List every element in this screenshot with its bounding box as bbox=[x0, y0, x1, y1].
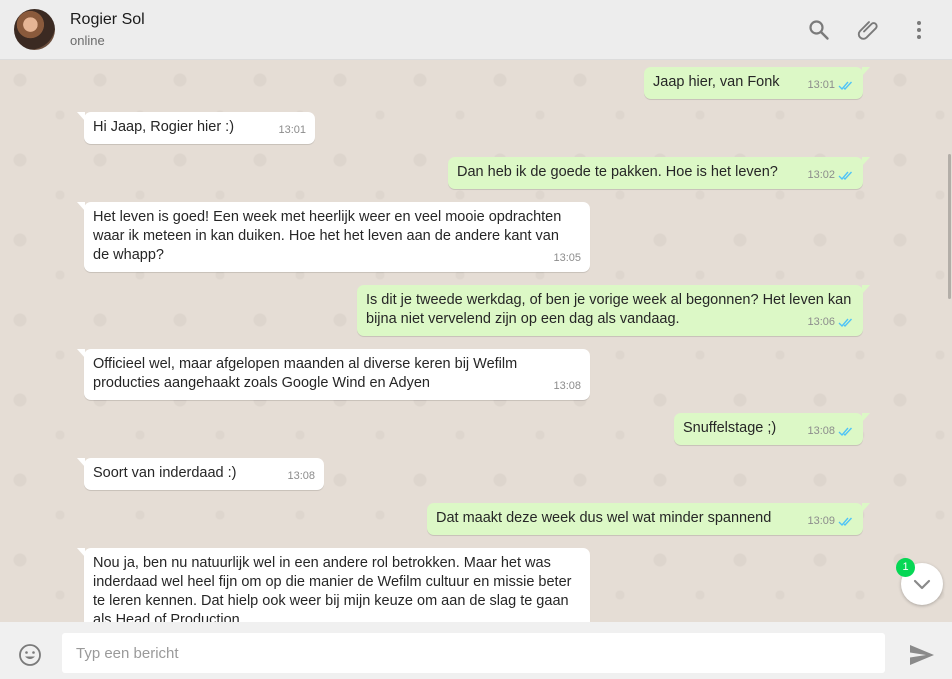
message-time: 13:05 bbox=[553, 252, 581, 264]
chat-area[interactable]: Jaap hier, van Fonk 13:01 Hi Jaap, Rogie… bbox=[0, 60, 952, 622]
chat-header: Rogier Sol online bbox=[0, 0, 952, 60]
message-time: 13:06 bbox=[807, 316, 835, 328]
emoji-icon[interactable] bbox=[18, 643, 42, 667]
contact-name[interactable]: Rogier Sol bbox=[70, 11, 145, 29]
message-meta: 13:08 bbox=[807, 422, 854, 441]
scrollbar[interactable] bbox=[948, 154, 951, 299]
read-ticks-icon bbox=[838, 81, 853, 91]
message-meta: 13:01 bbox=[807, 76, 854, 95]
message-incoming[interactable]: Officieel wel, maar afgelopen maanden al… bbox=[77, 349, 590, 400]
message-meta: 13:08 bbox=[287, 467, 315, 486]
message-input[interactable] bbox=[62, 633, 885, 673]
message-text: Het leven is goed! Een week met heerlijk… bbox=[93, 209, 562, 263]
message-meta: 13:05 bbox=[553, 249, 581, 268]
message-outgoing[interactable]: Jaap hier, van Fonk 13:01 bbox=[644, 67, 870, 99]
message-incoming[interactable]: Soort van inderdaad :) 13:08 bbox=[77, 458, 324, 490]
search-icon[interactable] bbox=[807, 18, 831, 42]
send-icon[interactable] bbox=[909, 643, 935, 667]
message-meta: 13:06 bbox=[807, 313, 854, 332]
message-text: Officieel wel, maar afgelopen maanden al… bbox=[93, 356, 518, 391]
attach-icon[interactable] bbox=[857, 18, 881, 42]
menu-icon[interactable] bbox=[907, 18, 931, 42]
message-outgoing[interactable]: Is dit je tweede werkdag, of ben je vori… bbox=[357, 285, 870, 336]
message-text: Snuffelstage ;) bbox=[683, 420, 777, 436]
message-time: 13:08 bbox=[553, 380, 581, 392]
avatar[interactable] bbox=[14, 9, 55, 50]
message-outgoing[interactable]: Dat maakt deze week dus wel wat minder s… bbox=[427, 503, 870, 535]
message-incoming[interactable]: Hi Jaap, Rogier hier :) 13:01 bbox=[77, 112, 315, 144]
message-text: Soort van inderdaad :) bbox=[93, 465, 237, 481]
message-text: Hi Jaap, Rogier hier :) bbox=[93, 119, 235, 135]
message-meta: 13:02 bbox=[807, 166, 854, 185]
message-text: Jaap hier, van Fonk bbox=[653, 74, 780, 90]
message-text: Nou ja, ben nu natuurlijk wel in een and… bbox=[93, 555, 572, 622]
unread-badge: 1 bbox=[896, 558, 915, 577]
read-ticks-icon bbox=[838, 517, 853, 527]
message-time: 13:01 bbox=[278, 124, 306, 136]
message-time: 13:01 bbox=[807, 79, 835, 91]
message-outgoing[interactable]: Snuffelstage ;) 13:08 bbox=[674, 413, 870, 445]
message-meta: 13:09 bbox=[807, 512, 854, 531]
read-ticks-icon bbox=[838, 427, 853, 437]
message-time: 13:08 bbox=[807, 425, 835, 437]
read-ticks-icon bbox=[838, 318, 853, 328]
message-time: 13:08 bbox=[287, 470, 315, 482]
message-outgoing[interactable]: Dan heb ik de goede te pakken. Hoe is he… bbox=[448, 157, 870, 189]
composer bbox=[0, 622, 952, 679]
message-meta: 13:01 bbox=[278, 121, 306, 140]
message-text: Dat maakt deze week dus wel wat minder s… bbox=[436, 510, 772, 526]
message-text: Is dit je tweede werkdag, of ben je vori… bbox=[366, 292, 852, 327]
message-incoming[interactable]: Het leven is goed! Een week met heerlijk… bbox=[77, 202, 590, 272]
read-ticks-icon bbox=[838, 171, 853, 181]
message-text: Dan heb ik de goede te pakken. Hoe is he… bbox=[457, 164, 778, 180]
message-incoming[interactable]: Nou ja, ben nu natuurlijk wel in een and… bbox=[77, 548, 590, 622]
message-time: 13:02 bbox=[807, 169, 835, 181]
message-time: 13:09 bbox=[807, 515, 835, 527]
message-meta: 13:08 bbox=[553, 377, 581, 396]
contact-status: online bbox=[70, 33, 105, 48]
